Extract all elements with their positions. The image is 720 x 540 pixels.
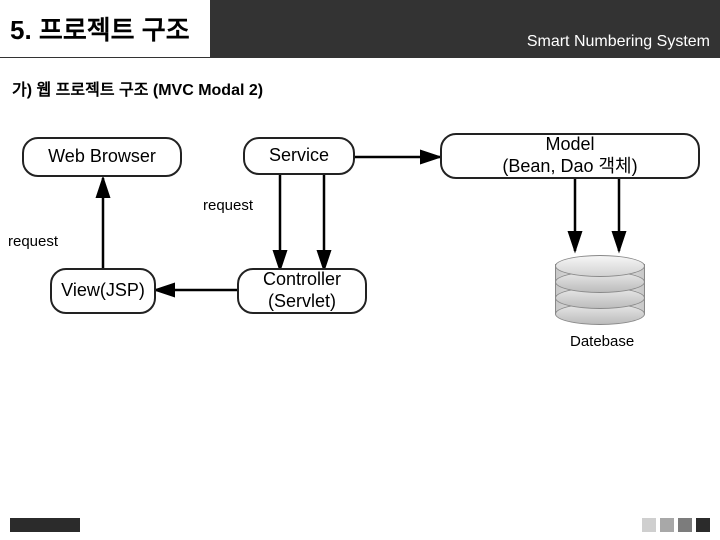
- system-name: Smart Numbering System: [527, 33, 710, 51]
- label-request-left: request: [8, 233, 58, 250]
- section-title: 가) 웹 프로젝트 구조 (MVC Modal 2): [0, 58, 720, 100]
- node-label: Model (Bean, Dao 객체): [502, 134, 637, 177]
- label-request-top: request: [203, 197, 253, 214]
- node-label: Controller (Servlet): [263, 269, 341, 312]
- node-controller: Controller (Servlet): [237, 268, 367, 314]
- header-right: Smart Numbering System: [210, 0, 720, 57]
- label-database: Datebase: [570, 333, 634, 350]
- node-label: View(JSP): [61, 280, 145, 302]
- node-label: Service: [269, 145, 329, 167]
- node-label: Web Browser: [48, 146, 156, 168]
- footer-squares: [642, 518, 710, 532]
- node-view: View(JSP): [50, 268, 156, 314]
- footer-bar: [10, 518, 80, 532]
- database-icon: [555, 253, 645, 323]
- footer-square: [660, 518, 674, 532]
- page-title: 5. 프로젝트 구조: [10, 10, 190, 47]
- node-web-browser: Web Browser: [22, 137, 182, 177]
- node-service: Service: [243, 137, 355, 175]
- diagram: Web Browser Service Model (Bean, Dao 객체)…: [0, 115, 720, 435]
- title-box: 5. 프로젝트 구조: [0, 0, 210, 57]
- footer-square: [642, 518, 656, 532]
- footer-square: [678, 518, 692, 532]
- header: 5. 프로젝트 구조 Smart Numbering System: [0, 0, 720, 58]
- footer: [0, 518, 720, 532]
- node-model: Model (Bean, Dao 객체): [440, 133, 700, 179]
- footer-square: [696, 518, 710, 532]
